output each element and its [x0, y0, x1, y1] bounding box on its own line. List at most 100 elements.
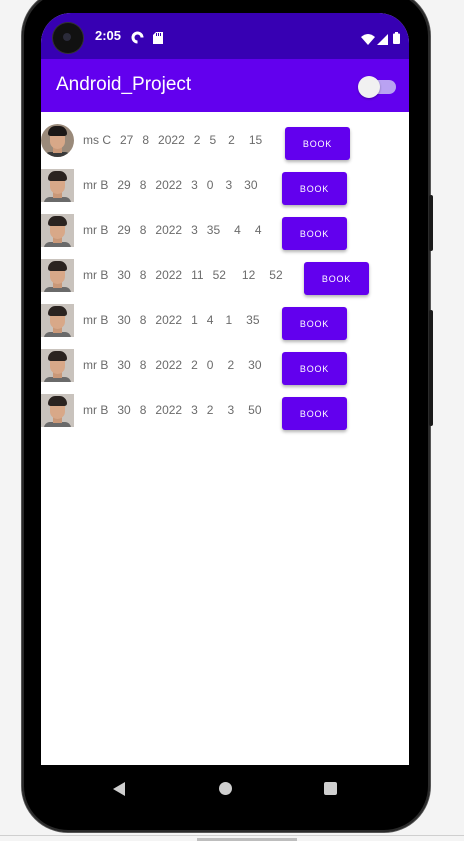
- back-icon[interactable]: [113, 782, 125, 796]
- battery-icon: [393, 29, 400, 48]
- recents-icon[interactable]: [324, 782, 337, 795]
- sd-card-icon: [153, 29, 163, 48]
- app-title: Android_Project: [56, 74, 192, 95]
- book-button[interactable]: BOOK: [282, 397, 347, 430]
- value-1: 3: [191, 178, 198, 192]
- person-name: mr B: [83, 358, 109, 372]
- month-value: 8: [139, 178, 147, 192]
- year-value: 2022: [155, 403, 183, 417]
- status-time: 2:05: [95, 28, 122, 43]
- list-item-details: mr B 30 8 2022 1 4 1 35: [83, 313, 269, 327]
- value-2: 2: [206, 403, 214, 417]
- month-value: 8: [139, 268, 147, 282]
- person-name: mr B: [83, 403, 109, 417]
- signal-icon: [377, 30, 388, 49]
- value-2: 35: [206, 223, 221, 237]
- list-item: mr B 30 8 2022 2 0 2 30 BOOK: [41, 346, 409, 391]
- person-name: mr B: [83, 223, 109, 237]
- person-name: ms C: [83, 133, 111, 147]
- list-item: mr B 30 8 2022 1 4 1 35 BOOK: [41, 301, 409, 346]
- value-3: 3: [225, 178, 233, 192]
- value-3: 2: [227, 358, 235, 372]
- list-item: mr B 30 8 2022 11 52 12 52 BOOK: [41, 256, 409, 301]
- window-divider: [0, 835, 464, 836]
- power-button: [429, 195, 433, 251]
- avatar: [41, 304, 74, 337]
- value-2: 0: [206, 358, 214, 372]
- year-value: 2022: [155, 223, 183, 237]
- value-2: 5: [209, 133, 217, 147]
- avatar: [41, 259, 74, 292]
- list-item-details: mr B 29 8 2022 3 35 4 4: [83, 223, 271, 237]
- value-4: 50: [248, 403, 262, 417]
- value-3: 2: [228, 133, 235, 147]
- volume-button: [429, 310, 433, 426]
- list-item-details: mr B 30 8 2022 3 2 3 50: [83, 403, 271, 417]
- list-item: mr B 30 8 2022 3 2 3 50 BOOK: [41, 391, 409, 436]
- avatar: [41, 124, 74, 157]
- month-value: 8: [139, 313, 147, 327]
- book-button[interactable]: BOOK: [285, 127, 350, 160]
- list-item: mr B 29 8 2022 3 35 4 4 BOOK: [41, 211, 409, 256]
- list-item-details: ms C 27 8 2022 2 5 2 15: [83, 133, 271, 147]
- day-value: 30: [117, 268, 131, 282]
- value-4: 35: [246, 313, 260, 327]
- month-value: 8: [139, 358, 147, 372]
- year-value: 2022: [155, 268, 183, 282]
- pocket-casts-icon: [131, 29, 144, 48]
- month-value: 8: [139, 403, 147, 417]
- value-4: 15: [248, 133, 263, 147]
- device-screen: 2:05 Android_Project ms C 27 8 2022 2 5 …: [41, 13, 409, 765]
- wifi-icon: [361, 30, 375, 49]
- day-value: 30: [117, 403, 131, 417]
- year-value: 2022: [155, 358, 183, 372]
- month-value: 8: [142, 133, 150, 147]
- value-1: 1: [191, 313, 198, 327]
- theme-toggle-switch[interactable]: [358, 76, 396, 98]
- list-item: mr B 29 8 2022 3 0 3 30 BOOK: [41, 166, 409, 211]
- book-button[interactable]: BOOK: [282, 172, 347, 205]
- value-3: 3: [227, 403, 235, 417]
- value-1: 2: [191, 358, 198, 372]
- value-4: 30: [244, 178, 258, 192]
- book-button[interactable]: BOOK: [282, 352, 347, 385]
- day-value: 27: [120, 133, 134, 147]
- list-item-details: mr B 30 8 2022 2 0 2 30: [83, 358, 271, 372]
- value-2: 52: [212, 268, 226, 282]
- value-2: 4: [206, 313, 214, 327]
- home-icon[interactable]: [219, 782, 232, 795]
- value-1: 3: [191, 223, 198, 237]
- app-bar: Android_Project: [41, 59, 409, 112]
- list-item-details: mr B 29 8 2022 3 0 3 30: [83, 178, 267, 192]
- value-1: 2: [193, 133, 201, 147]
- avatar: [41, 169, 74, 202]
- value-2: 0: [206, 178, 214, 192]
- switch-thumb: [358, 76, 380, 98]
- avatar: [41, 394, 74, 427]
- list-item-details: mr B 30 8 2022 11 52 12 52: [83, 268, 292, 282]
- list-item: ms C 27 8 2022 2 5 2 15 BOOK: [41, 121, 409, 166]
- year-value: 2022: [155, 178, 183, 192]
- value-4: 30: [248, 358, 262, 372]
- booking-list: ms C 27 8 2022 2 5 2 15 BOOK mr B 29 8 2…: [41, 121, 409, 436]
- status-bar: 2:05: [41, 13, 409, 59]
- avatar: [41, 214, 74, 247]
- book-button[interactable]: BOOK: [282, 307, 347, 340]
- value-4: 52: [269, 268, 283, 282]
- day-value: 30: [117, 313, 131, 327]
- day-value: 29: [117, 223, 131, 237]
- value-1: 3: [191, 403, 198, 417]
- value-3: 4: [234, 223, 241, 237]
- book-button[interactable]: BOOK: [282, 217, 347, 250]
- camera-cutout: [53, 23, 83, 53]
- value-4: 4: [254, 223, 262, 237]
- person-name: mr B: [83, 178, 109, 192]
- month-value: 8: [139, 223, 147, 237]
- avatar: [41, 349, 74, 382]
- year-value: 2022: [158, 133, 185, 147]
- book-button[interactable]: BOOK: [304, 262, 369, 295]
- value-3: 12: [241, 268, 256, 282]
- value-3: 1: [225, 313, 233, 327]
- person-name: mr B: [83, 268, 109, 282]
- day-value: 29: [117, 178, 131, 192]
